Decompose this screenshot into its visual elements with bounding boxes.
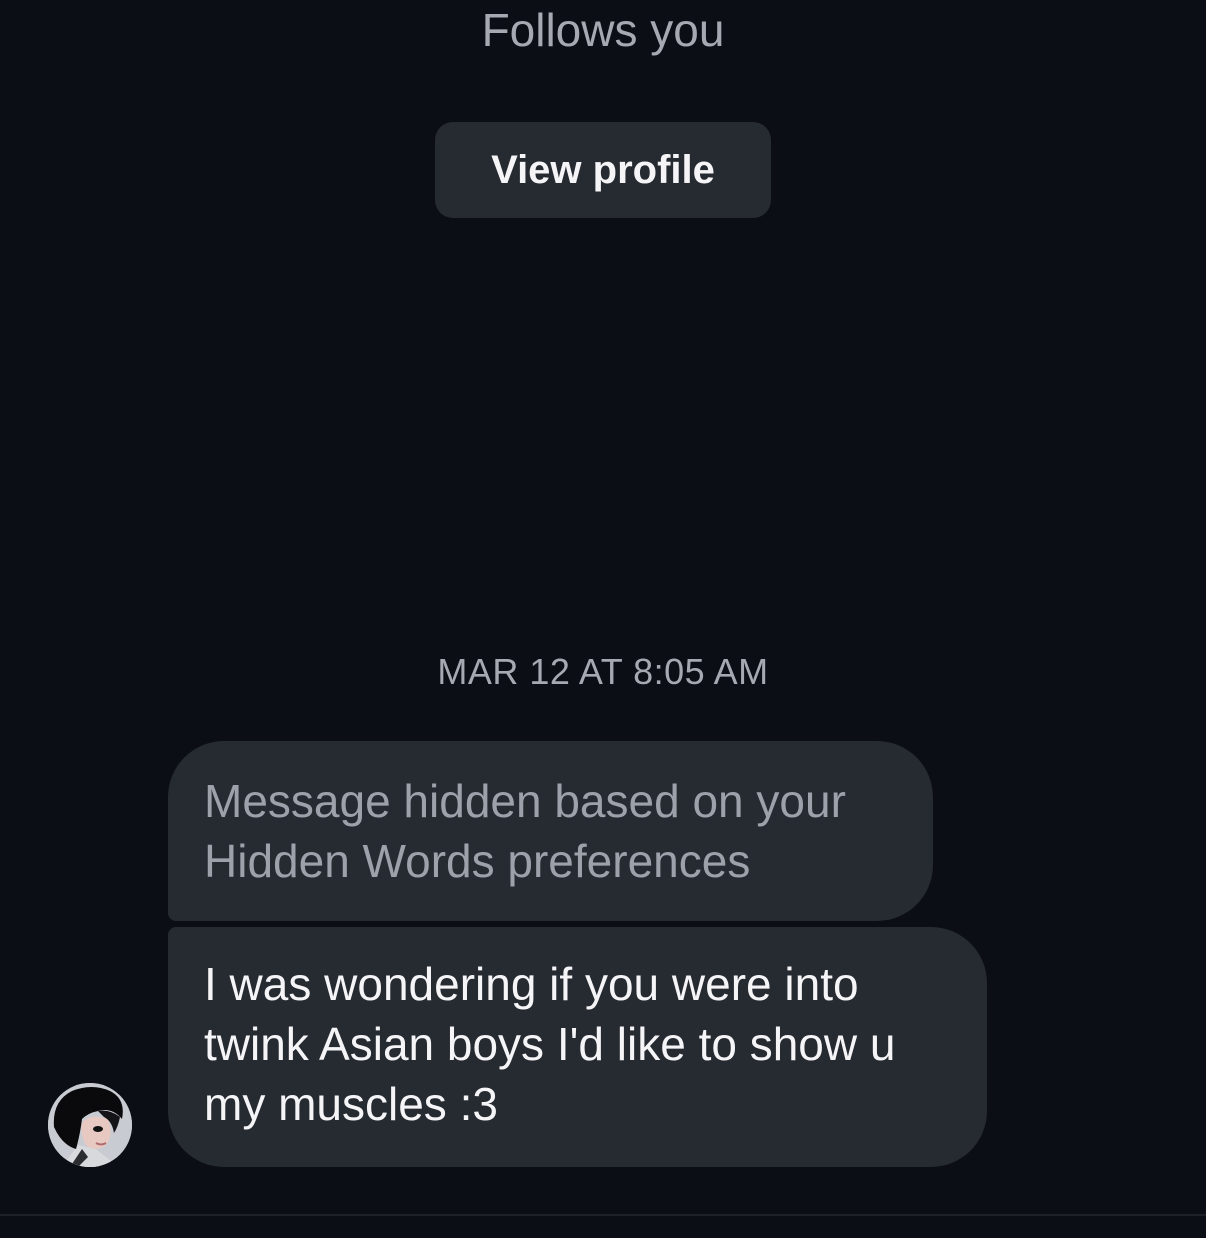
message-bubble[interactable]: I was wondering if you were into twink A… bbox=[168, 927, 987, 1167]
view-profile-button[interactable]: View profile bbox=[435, 122, 771, 218]
message-text: I was wondering if you were into twink A… bbox=[204, 958, 896, 1130]
message-timestamp: MAR 12 AT 8:05 AM bbox=[437, 651, 769, 692]
hidden-message-bubble[interactable]: Message hidden based on your Hidden Word… bbox=[168, 741, 933, 921]
divider bbox=[0, 1214, 1206, 1216]
avatar-photo-icon bbox=[48, 1083, 132, 1167]
follows-you-label: Follows you bbox=[481, 4, 725, 56]
sender-avatar[interactable] bbox=[48, 1083, 132, 1167]
hidden-message-text: Message hidden based on your Hidden Word… bbox=[204, 775, 846, 887]
